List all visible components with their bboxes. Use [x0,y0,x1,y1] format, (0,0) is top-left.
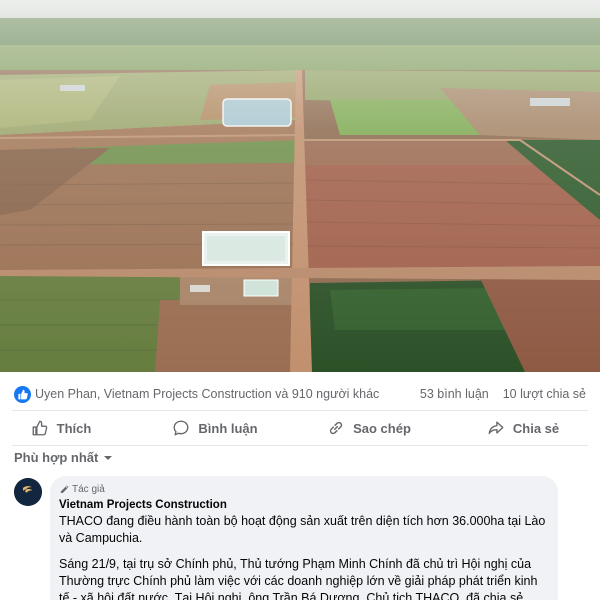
comment-icon [173,420,189,436]
chevron-down-icon [104,455,113,460]
sort-label: Phù hợp nhất [14,450,99,465]
comment-text: THACO đang điều hành toàn bộ hoạt động s… [59,513,546,600]
comment-author[interactable]: Vietnam Projects Construction [59,499,546,511]
pencil-icon [60,485,69,493]
comments-count[interactable]: 53 bình luận [420,387,489,401]
comment-button[interactable]: Bình luận [138,412,292,444]
divider [12,445,588,446]
author-badge: Tác giả [59,483,546,496]
comment-label: Bình luận [198,420,258,436]
shares-count[interactable]: 10 lượt chia sẻ [503,387,586,401]
like-icon[interactable] [14,385,31,403]
thumbs-up-icon [32,420,47,436]
comment-bubble: Tác giả Vietnam Projects Construction TH… [50,476,558,600]
share-icon [488,421,504,435]
comment-paragraph: Sáng 21/9, tại trụ sở Chính phủ, Thủ tướ… [59,557,538,600]
copy-label: Sao chép [353,420,411,436]
link-icon [329,421,343,435]
reaction-names[interactable]: Uyen Phan, Vietnam Projects Construction… [35,387,379,401]
post-photo[interactable] [0,0,600,372]
divider [12,410,588,411]
action-bar: Thích Bình luận Sao chép Chia sẻ [0,412,600,444]
reactions-row: Uyen Phan, Vietnam Projects Construction… [0,380,600,408]
aerial-farmland-photo [0,0,600,372]
like-label: Thích [56,420,92,436]
avatar[interactable] [14,478,42,506]
company-logo-icon [14,478,42,506]
author-badge-label: Tác giả [72,484,105,495]
like-button[interactable]: Thích [0,412,138,444]
copy-link-button[interactable]: Sao chép [292,412,446,444]
share-button[interactable]: Chia sẻ [446,412,600,444]
comment-sort-dropdown[interactable]: Phù hợp nhất [14,450,113,465]
share-label: Chia sẻ [512,420,560,436]
comment-paragraph: THACO đang điều hành toàn bộ hoạt động s… [59,514,546,545]
